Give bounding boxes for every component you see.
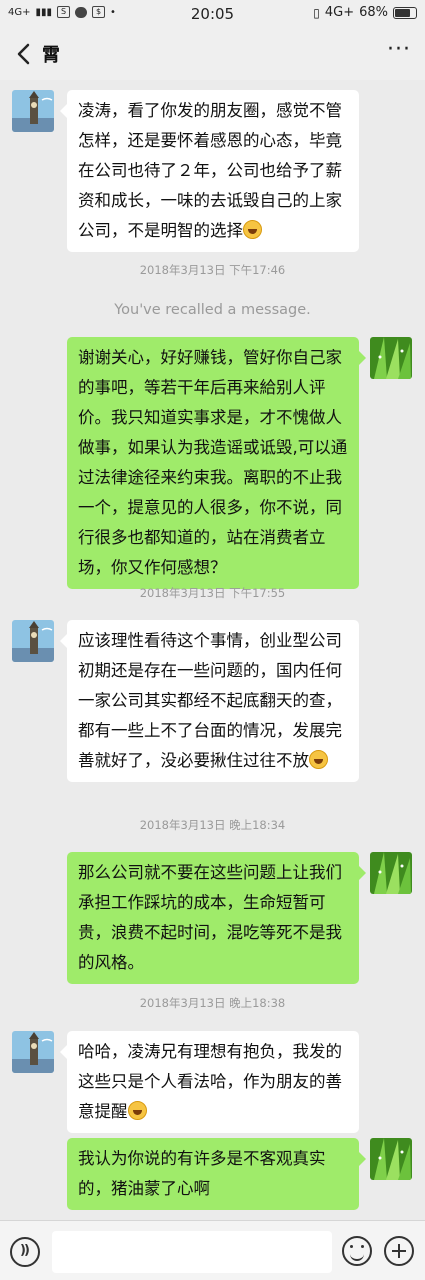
vibrate-icon: ▯: [313, 5, 320, 20]
recalled-notice: You've recalled a message.: [114, 302, 311, 318]
face-with-hand-over-mouth-icon: [243, 220, 262, 239]
smiling-face-icon: [309, 750, 328, 769]
network-indicator-right: 4G+: [324, 5, 355, 20]
chat-header: 霄 ···: [0, 28, 425, 80]
grinning-face-icon: [127, 1101, 147, 1120]
message-bubble-received[interactable]: 凌涛，看了你发的朋友圈，感觉不管怎样，还是要怀着感恩的心态，毕竟在公司也待了２年…: [60, 90, 359, 252]
message-timestamp: 2018年3月13日 下午17:55: [139, 586, 286, 600]
message-text: 哈哈，凌涛兄有理想有抱负，我发的这些只是个人看法哈，作为朋友的善意提醒: [78, 1042, 342, 1121]
message-text: 我认为你说的有许多是不客观真实的，猪油蒙了心啊: [78, 1149, 326, 1198]
message-text: 那么公司就不要在这些问题上让我们承担工作踩坑的成本，生命短暂可贵，浪费不起时间，…: [78, 863, 342, 972]
battery-level: 68%: [359, 5, 388, 20]
message-bubble-sent[interactable]: 那么公司就不要在这些问题上让我们承担工作踩坑的成本，生命短暂可贵，浪费不起时间，…: [67, 852, 366, 984]
battery-icon: [393, 6, 417, 19]
message-timestamp: 2018年3月13日 晚上18:38: [139, 996, 286, 1010]
status-right: ▯ 4G+ 68%: [313, 5, 417, 20]
more-options-icon[interactable]: ···: [387, 39, 411, 61]
back-arrow-icon[interactable]: [12, 40, 36, 68]
my-avatar[interactable]: [370, 337, 412, 379]
status-bar: 4G+ ▮▮▮ S $ • 20:05 ▯ 4G+ 68%: [0, 0, 425, 28]
contact-avatar[interactable]: [12, 620, 54, 662]
message-timestamp: 2018年3月13日 晚上18:34: [139, 818, 286, 832]
message-bubble-received[interactable]: 应该理性看待这个事情，创业型公司初期还是存在一些问题的，国内任何一家公司其实都经…: [60, 620, 359, 782]
message-text: 谢谢关心，好好赚钱，管好你自己家的事吧，等若干年后再来給别人评价。我只知道实事求…: [78, 348, 348, 577]
contact-avatar[interactable]: [12, 1031, 54, 1073]
message-bubble-sent[interactable]: 我认为你说的有许多是不客观真实的，猪油蒙了心啊: [67, 1138, 366, 1210]
message-bubble-received[interactable]: 哈哈，凌涛兄有理想有抱负，我发的这些只是个人看法哈，作为朋友的善意提醒: [60, 1031, 359, 1133]
message-text: 应该理性看待这个事情，创业型公司初期还是存在一些问题的，国内任何一家公司其实都经…: [78, 631, 342, 770]
plus-icon[interactable]: [384, 1236, 414, 1266]
message-input[interactable]: [52, 1231, 332, 1273]
voice-icon[interactable]: [10, 1237, 40, 1267]
contact-avatar[interactable]: [12, 90, 54, 132]
my-avatar[interactable]: [370, 852, 412, 894]
my-avatar[interactable]: [370, 1138, 412, 1180]
chat-input-bar: [0, 1220, 425, 1280]
message-text: 凌涛，看了你发的朋友圈，感觉不管怎样，还是要怀着感恩的心态，毕竟在公司也待了２年…: [78, 101, 342, 240]
message-bubble-sent[interactable]: 谢谢关心，好好赚钱，管好你自己家的事吧，等若干年后再来給别人评价。我只知道实事求…: [67, 337, 366, 589]
message-timestamp: 2018年3月13日 下午17:46: [139, 263, 286, 277]
emoji-icon[interactable]: [342, 1236, 372, 1266]
chat-title: 霄: [42, 45, 60, 66]
